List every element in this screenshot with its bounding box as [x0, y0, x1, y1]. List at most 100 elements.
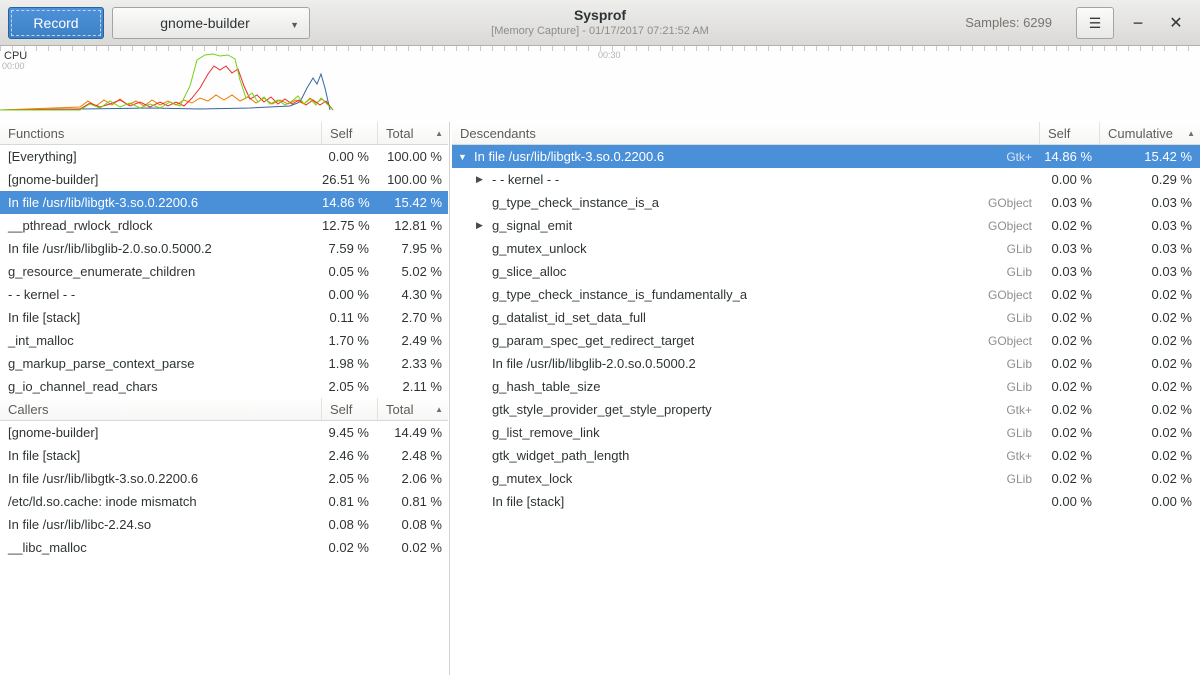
table-row[interactable]: g_mutex_lockGLib0.02 %0.02 %	[452, 467, 1200, 490]
table-row[interactable]: g_io_channel_read_chars2.05 %2.11 %	[0, 375, 448, 398]
functions-table-body: [Everything]0.00 %100.00 %[gnome-builder…	[0, 145, 448, 398]
cpu-graph-panel[interactable]: CPU 00:00 00:30	[0, 46, 1200, 122]
table-row[interactable]: [gnome-builder]9.45 %14.49 %	[0, 421, 448, 444]
function-name: In file [stack]	[0, 310, 322, 325]
menu-button[interactable]: ☰	[1076, 7, 1114, 39]
table-row[interactable]: ▼In file /usr/lib/libgtk-3.so.0.2200.6 Gt…	[452, 145, 1200, 168]
table-row[interactable]: gtk_widget_path_lengthGtk+0.02 %0.02 %	[452, 444, 1200, 467]
table-row[interactable]: [Everything]0.00 %100.00 %	[0, 145, 448, 168]
self-value: 0.02 %	[1040, 333, 1100, 348]
function-name: g_signal_emit	[492, 218, 572, 233]
table-row[interactable]: g_list_remove_linkGLib0.02 %0.02 %	[452, 421, 1200, 444]
total-value: 12.81 %	[378, 218, 448, 233]
table-row[interactable]: _int_malloc1.70 %2.49 %	[0, 329, 448, 352]
self-value: 2.05 %	[322, 471, 378, 486]
pane-splitter[interactable]	[449, 122, 450, 675]
cumulative-value: 0.02 %	[1100, 310, 1200, 325]
table-row[interactable]: g_type_check_instance_is_fundamentally_a…	[452, 283, 1200, 306]
table-row[interactable]: In file [stack]0.00 %0.00 %	[452, 490, 1200, 513]
function-name: In file /usr/lib/libgtk-3.so.0.2200.6	[474, 149, 664, 164]
table-row[interactable]: g_param_spec_get_redirect_targetGObject0…	[452, 329, 1200, 352]
self-value: 1.98 %	[322, 356, 378, 371]
table-row[interactable]: In file /usr/lib/libglib-2.0.so.0.5000.2…	[0, 237, 448, 260]
library-badge: GLib	[1007, 242, 1040, 256]
library-badge: Gtk+	[1006, 150, 1040, 164]
table-row[interactable]: g_datalist_id_set_data_fullGLib0.02 %0.0…	[452, 306, 1200, 329]
expander-closed-icon[interactable]: ▶	[476, 220, 492, 231]
descendants-column-header[interactable]: Descendants	[452, 122, 1040, 144]
functions-header-row: Functions Self Total ▲	[0, 122, 448, 145]
window-titles: Sysprof [Memory Capture] - 01/17/2017 07…	[300, 6, 900, 38]
function-name: In file /usr/lib/libc-2.24.so	[0, 517, 322, 532]
table-row[interactable]: ▶- - kernel - -0.00 %0.29 %	[452, 168, 1200, 191]
page-subtitle: [Memory Capture] - 01/17/2017 07:21:52 A…	[300, 24, 900, 38]
function-name: g_mutex_lock	[492, 471, 572, 486]
table-row[interactable]: In file /usr/lib/libgtk-3.so.0.2200.614.…	[0, 191, 448, 214]
self-value: 12.75 %	[322, 218, 378, 233]
cumulative-value: 0.02 %	[1100, 287, 1200, 302]
table-row[interactable]: [gnome-builder]26.51 %100.00 %	[0, 168, 448, 191]
table-row[interactable]: /etc/ld.so.cache: inode mismatch0.81 %0.…	[0, 490, 448, 513]
cumulative-value: 0.02 %	[1100, 333, 1200, 348]
self-value: 0.00 %	[322, 149, 378, 164]
descendant-name-cell: gtk_widget_path_lengthGtk+	[452, 448, 1040, 463]
table-row[interactable]: gtk_style_provider_get_style_propertyGtk…	[452, 398, 1200, 421]
table-row[interactable]: g_slice_allocGLib0.03 %0.03 %	[452, 260, 1200, 283]
callers-header-row: Callers Self Total ▲	[0, 398, 448, 421]
library-badge: GLib	[1007, 426, 1040, 440]
target-selector[interactable]: gnome-builder ▼	[112, 7, 310, 39]
functions-column-header[interactable]: Functions	[0, 122, 322, 144]
table-row[interactable]: ▶g_signal_emitGObject0.02 %0.03 %	[452, 214, 1200, 237]
table-row[interactable]: __libc_malloc0.02 %0.02 %	[0, 536, 448, 559]
table-row[interactable]: g_type_check_instance_is_aGObject0.03 %0…	[452, 191, 1200, 214]
descendant-name-cell: g_mutex_lockGLib	[452, 471, 1040, 486]
close-button[interactable]: ✕	[1162, 9, 1190, 37]
descendant-name-cell: g_type_check_instance_is_fundamentally_a…	[452, 287, 1040, 302]
function-name: /etc/ld.so.cache: inode mismatch	[0, 494, 322, 509]
function-name: [gnome-builder]	[0, 425, 322, 440]
table-row[interactable]: In file /usr/lib/libgtk-3.so.0.2200.62.0…	[0, 467, 448, 490]
self-column-header[interactable]: Self	[322, 122, 378, 144]
table-row[interactable]: g_hash_table_sizeGLib0.02 %0.02 %	[452, 375, 1200, 398]
descendant-name-cell: g_list_remove_linkGLib	[452, 425, 1040, 440]
table-row[interactable]: In file /usr/lib/libglib-2.0.so.0.5000.2…	[452, 352, 1200, 375]
total-column-header[interactable]: Total ▲	[378, 122, 448, 144]
table-row[interactable]: g_resource_enumerate_children0.05 %5.02 …	[0, 260, 448, 283]
function-name: In file /usr/lib/libgtk-3.so.0.2200.6	[0, 471, 322, 486]
sort-indicator-icon: ▲	[1187, 129, 1200, 138]
table-row[interactable]: - - kernel - -0.00 %4.30 %	[0, 283, 448, 306]
total-column-header[interactable]: Total ▲	[378, 398, 448, 420]
descendant-name-cell: g_hash_table_sizeGLib	[452, 379, 1040, 394]
cumulative-value: 15.42 %	[1100, 149, 1200, 164]
minimize-button[interactable]: −	[1124, 9, 1152, 37]
function-name: In file [stack]	[0, 448, 322, 463]
expander-open-icon[interactable]: ▼	[458, 152, 474, 162]
function-name: In file /usr/lib/libglib-2.0.so.0.5000.2	[492, 356, 696, 371]
self-value: 0.02 %	[1040, 310, 1100, 325]
descendant-name-cell: g_mutex_unlockGLib	[452, 241, 1040, 256]
self-value: 0.02 %	[1040, 402, 1100, 417]
chevron-down-icon: ▼	[290, 20, 299, 30]
table-row[interactable]: In file [stack]2.46 %2.48 %	[0, 444, 448, 467]
function-name: In file /usr/lib/libglib-2.0.so.0.5000.2	[0, 241, 322, 256]
callers-column-header[interactable]: Callers	[0, 398, 322, 420]
function-name: gtk_style_provider_get_style_property	[492, 402, 712, 417]
self-value: 7.59 %	[322, 241, 378, 256]
table-row[interactable]: g_mutex_unlockGLib0.03 %0.03 %	[452, 237, 1200, 260]
cumulative-column-header[interactable]: Cumulative ▲	[1100, 122, 1200, 144]
table-row[interactable]: g_markup_parse_context_parse1.98 %2.33 %	[0, 352, 448, 375]
cumulative-value: 0.02 %	[1100, 356, 1200, 371]
cumulative-value: 0.02 %	[1100, 425, 1200, 440]
expander-closed-icon[interactable]: ▶	[476, 174, 492, 185]
total-value: 2.33 %	[378, 356, 448, 371]
total-value: 14.49 %	[378, 425, 448, 440]
function-name: g_type_check_instance_is_a	[492, 195, 659, 210]
self-value: 26.51 %	[322, 172, 378, 187]
record-button[interactable]: Record	[8, 7, 104, 39]
self-column-header[interactable]: Self	[322, 398, 378, 420]
table-row[interactable]: __pthread_rwlock_rdlock12.75 %12.81 %	[0, 214, 448, 237]
table-row[interactable]: In file /usr/lib/libc-2.24.so0.08 %0.08 …	[0, 513, 448, 536]
library-badge: Gtk+	[1006, 449, 1040, 463]
table-row[interactable]: In file [stack]0.11 %2.70 %	[0, 306, 448, 329]
self-column-header[interactable]: Self	[1040, 122, 1100, 144]
